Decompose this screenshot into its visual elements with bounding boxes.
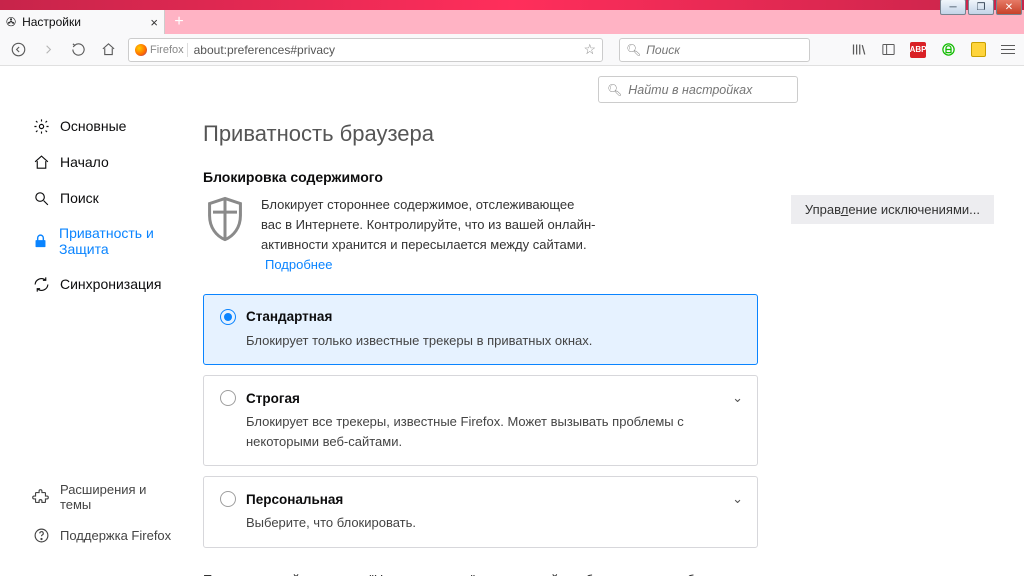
window-buttons: ─ ❐ ✕	[940, 0, 1022, 15]
sidebar-item-label: Поиск	[60, 190, 99, 206]
option-standard[interactable]: Стандартная Блокирует только известные т…	[203, 294, 758, 366]
sidebar-item-sync[interactable]: Синхронизация	[28, 269, 185, 299]
sidebar-item-label: Синхронизация	[60, 276, 161, 292]
radio-icon[interactable]	[220, 390, 236, 406]
library-icon[interactable]	[850, 42, 866, 58]
lock-icon	[32, 232, 49, 250]
kaspersky-extension-icon[interactable]	[940, 42, 956, 58]
find-input[interactable]	[628, 83, 791, 97]
search-icon: 🔍︎	[626, 43, 641, 57]
sidebar-item-label: Расширения и темы	[60, 482, 181, 512]
sidebar-item-privacy[interactable]: Приватность и Защита	[28, 219, 185, 263]
option-label: Персональная	[246, 492, 343, 507]
tab-title: Настройки	[22, 15, 144, 29]
gear-icon: ✇	[6, 15, 16, 29]
back-button[interactable]	[8, 40, 28, 60]
option-label: Стандартная	[246, 309, 332, 324]
home-icon	[32, 153, 50, 171]
manage-exceptions-button[interactable]: Управление исключениями...	[791, 195, 994, 224]
find-in-settings[interactable]: 🔍︎	[598, 76, 798, 103]
extension-icon[interactable]	[970, 42, 986, 58]
option-strict[interactable]: Строгая Блокирует все трекеры, известные…	[203, 375, 758, 466]
sidebar-item-label: Основные	[60, 118, 126, 134]
sidebar-item-label: Приватность и Защита	[59, 225, 181, 257]
sidebar-item-general[interactable]: Основные	[28, 111, 185, 141]
chevron-down-icon[interactable]: ⌄	[732, 390, 743, 406]
option-desc: Выберите, что блокировать.	[220, 513, 741, 533]
sidebar-footer: Расширения и темы Поддержка Firefox	[28, 476, 185, 576]
window-maximize-button[interactable]: ❐	[968, 0, 994, 15]
option-desc: Блокирует только известные трекеры в при…	[220, 331, 741, 351]
tab-close-icon[interactable]: ×	[150, 15, 158, 30]
url-label: Firefox	[150, 44, 184, 56]
radio-icon[interactable]	[220, 309, 236, 325]
settings-main[interactable]: 🔍︎ Приватность браузера Блокировка содер…	[185, 66, 1024, 576]
page-heading: Приватность браузера	[203, 121, 994, 147]
search-icon	[32, 189, 50, 207]
firefox-badge: Firefox	[135, 43, 188, 57]
sidebar-item-addons[interactable]: Расширения и темы	[28, 476, 185, 518]
tab-strip: ✇ Настройки × +	[0, 10, 1024, 34]
window-titlebar: ─ ❐ ✕	[0, 0, 1024, 10]
content-blocking-heading: Блокировка содержимого	[203, 169, 994, 185]
tab-settings[interactable]: ✇ Настройки ×	[0, 10, 165, 34]
settings-sidebar: Основные Начало Поиск Приватность и Защи…	[0, 66, 185, 576]
window-close-button[interactable]: ✕	[996, 0, 1022, 15]
content-blocking-row: Блокирует стороннее содержимое, отслежив…	[203, 195, 994, 276]
sidebar-item-home[interactable]: Начало	[28, 147, 185, 177]
sync-icon	[32, 275, 50, 293]
home-button[interactable]	[98, 40, 118, 60]
sidebar-item-label: Начало	[60, 154, 109, 170]
dnt-text: Передавать сайтам сигнал "Не отслеживать…	[203, 572, 716, 576]
option-desc: Блокирует все трекеры, известные Firefox…	[220, 412, 741, 451]
chevron-down-icon[interactable]: ⌄	[732, 491, 743, 507]
new-tab-button[interactable]: +	[165, 10, 193, 34]
forward-button[interactable]	[38, 40, 58, 60]
gear-icon	[32, 117, 50, 135]
toolbar-right-icons: ABP	[850, 42, 1016, 58]
url-input[interactable]	[194, 43, 578, 57]
abp-extension-icon[interactable]: ABP	[910, 42, 926, 58]
search-input[interactable]	[646, 43, 803, 57]
learn-more-link[interactable]: Подробнее	[265, 257, 332, 272]
url-bar[interactable]: Firefox ☆	[128, 38, 603, 62]
firefox-logo-icon	[135, 44, 147, 56]
sidebar-item-support[interactable]: Поддержка Firefox	[28, 520, 185, 550]
option-custom[interactable]: Персональная Выберите, что блокировать. …	[203, 476, 758, 548]
question-icon	[32, 526, 50, 544]
radio-icon[interactable]	[220, 491, 236, 507]
sidebar-toggle-icon[interactable]	[880, 42, 896, 58]
hamburger-icon	[1001, 45, 1015, 55]
shield-icon	[203, 195, 247, 243]
nav-toolbar: Firefox ☆ 🔍︎ ABP	[0, 34, 1024, 66]
puzzle-icon	[32, 488, 50, 506]
content-blocking-description: Блокирует стороннее содержимое, отслежив…	[261, 195, 596, 276]
window-minimize-button[interactable]: ─	[940, 0, 966, 15]
reload-button[interactable]	[68, 40, 88, 60]
bookmark-star-icon[interactable]: ☆	[583, 41, 596, 58]
blocking-options: Стандартная Блокирует только известные т…	[203, 294, 758, 548]
content-area: Основные Начало Поиск Приватность и Защи…	[0, 66, 1024, 576]
search-bar[interactable]: 🔍︎	[619, 38, 810, 62]
search-icon: 🔍︎	[607, 83, 622, 97]
sidebar-item-search[interactable]: Поиск	[28, 183, 185, 213]
app-menu-button[interactable]	[1000, 42, 1016, 58]
dnt-section: Передавать сайтам сигнал "Не отслеживать…	[203, 570, 803, 576]
option-label: Строгая	[246, 391, 300, 406]
sidebar-item-label: Поддержка Firefox	[60, 528, 171, 543]
